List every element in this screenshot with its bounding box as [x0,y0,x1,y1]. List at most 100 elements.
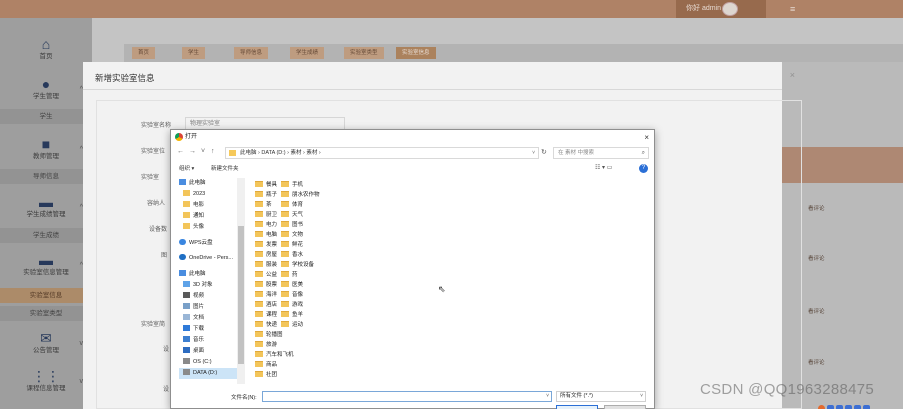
sidebar-sub-students[interactable]: 学生 [0,109,92,124]
view-options-icon[interactable]: ☷ ▾ ▭ [595,164,612,171]
view-comments-link[interactable]: 看评论 [808,358,825,366]
tray-icon[interactable] [854,405,861,409]
folder-item[interactable]: 公益 [255,270,277,280]
tree-item-selected[interactable]: DATA (D:) [179,368,245,379]
tree-item[interactable]: 头像 [179,222,245,233]
folder-item[interactable]: 手机 [281,180,303,190]
tree-item[interactable]: 2023 [179,189,245,200]
chevron-down-icon[interactable]: ˅ [201,148,205,155]
up-arrow-icon[interactable]: ↑ [211,148,215,155]
folder-item[interactable]: 体育 [281,200,303,210]
sidebar-item-labs[interactable]: ▬ 实验室信息管理 ^ [0,252,92,277]
sidebar-sub-lab-info[interactable]: 实验室信息 [0,288,92,303]
sidebar-item-notices[interactable]: ✉ 公告管理 v [0,330,92,355]
tree-item[interactable]: 音乐 [179,335,245,346]
folder-item[interactable]: 社团 [255,370,277,380]
folder-item[interactable]: 发票 [255,240,277,250]
avatar[interactable] [722,2,738,16]
filename-input[interactable]: ˅ [262,391,552,402]
view-comments-link[interactable]: 看评论 [808,254,825,262]
tree-item[interactable]: OS (C:) [179,357,245,368]
folder-item[interactable]: 鲜花 [281,240,303,250]
scrollbar-thumb[interactable] [238,226,244,364]
close-icon[interactable]: × [790,70,795,80]
folder-item[interactable]: 商品 [255,360,277,370]
folder-item[interactable]: 学校设备 [281,260,314,270]
tree-item[interactable]: WPS云盘 [179,238,245,249]
folder-item[interactable]: 轮播图 [255,330,283,340]
sidebar-sub-advisors[interactable]: 导师信息 [0,169,92,184]
close-icon[interactable]: × [644,131,649,145]
new-folder-button[interactable]: 新建文件夹 [211,164,239,172]
tree-item[interactable]: 图片 [179,302,245,313]
folder-item[interactable]: 房屋 [255,250,277,260]
sidebar-sub-grades[interactable]: 学生成绩 [0,228,92,243]
folder-item[interactable]: 快递 [255,320,277,330]
tray-icon[interactable] [863,405,870,409]
folder-item[interactable]: 音像 [281,290,303,300]
tree-item[interactable]: OneDrive - Pers... [179,253,245,264]
folder-item[interactable]: 海洋 [255,290,277,300]
tree-item[interactable]: 此电脑 [179,269,245,280]
folder-item[interactable]: 图书 [281,220,303,230]
folder-item[interactable]: 天气 [281,210,303,220]
tree-item[interactable]: 3D 对象 [179,280,245,291]
breadcrumb-item-current[interactable]: 实验室信息 [396,47,436,59]
folder-item[interactable]: 汽车和飞机 [255,350,294,360]
breadcrumb-item[interactable]: 实验室类型 [344,47,384,59]
organize-button[interactable]: 组织 ▾ [179,164,194,172]
filetype-select[interactable]: 所有文件 (*.*) ˅ [556,391,646,402]
address-bar[interactable]: 此电脑 › DATA (D:) › 素材 › 素材 › ˅ [225,147,539,159]
sidebar-sub-lab-type[interactable]: 实验室类型 [0,306,92,321]
folder-item[interactable]: 酒店 [255,300,277,310]
tree-item[interactable]: 此电脑 [179,178,245,189]
help-icon[interactable]: ? [639,164,648,173]
folder-item[interactable]: 旅游 [255,340,277,350]
view-comments-link[interactable]: 看评论 [808,307,825,315]
tray-icon[interactable] [845,405,852,409]
tree-item[interactable]: 桌面 [179,346,245,357]
folder-item[interactable]: 游戏 [281,300,303,310]
search-input[interactable]: 在 素材 中搜索 ⌕ [553,147,649,159]
folder-item[interactable]: 茶 [255,200,272,210]
tree-item[interactable]: 下载 [179,324,245,335]
folder-item[interactable]: 医美 [281,280,303,290]
sidebar-item-grades[interactable]: ▬ 学生成绩管理 ^ [0,194,92,219]
tray-icon[interactable] [818,405,825,409]
tray-icon[interactable] [827,405,834,409]
folder-item[interactable]: 药 [281,270,298,280]
folder-item[interactable]: 课程 [255,310,277,320]
sidebar-item-courses[interactable]: ⋮⋮ 课程信息管理 v [0,368,92,393]
cancel-button[interactable] [604,405,646,409]
folder-item[interactable]: 运动 [281,320,303,330]
folder-item[interactable]: 瓶子 [255,190,277,200]
tray-icon[interactable] [836,405,843,409]
breadcrumb-item[interactable]: 首页 [132,47,156,59]
navigation-scrollbar[interactable] [237,178,245,384]
folder-item[interactable]: 鱼羊 [281,310,303,320]
open-button[interactable] [556,405,598,409]
folder-item[interactable]: 股票 [255,280,277,290]
forward-arrow-icon[interactable]: → [189,148,196,155]
menu-icon[interactable]: ≡ [790,4,802,14]
refresh-icon[interactable]: ↻ [541,148,547,156]
folder-item[interactable]: 朋水农作物 [281,190,320,200]
view-comments-link[interactable]: 看评论 [808,204,825,212]
folder-item[interactable]: 电力 [255,220,277,230]
sidebar-item-teachers[interactable]: ■ 教师管理 ^ [0,136,92,161]
sidebar-item-students[interactable]: ● 学生管理 ^ [0,76,92,101]
breadcrumb-item[interactable]: 学生 [182,47,206,59]
folder-item[interactable]: 餐具 [255,180,277,190]
folder-item[interactable]: 电脑 [255,230,277,240]
folder-item[interactable]: 厨卫 [255,210,277,220]
tree-item[interactable]: 电影 [179,200,245,211]
tree-item[interactable]: 通知 [179,211,245,222]
user-menu[interactable]: 你好 admin [676,0,766,18]
tree-item[interactable]: 视频 [179,291,245,302]
sidebar-item-home[interactable]: ⌂ 首页 [0,36,92,61]
folder-item[interactable]: 服装 [255,260,277,270]
breadcrumb-item[interactable]: 学生成绩 [290,47,325,59]
breadcrumb-item[interactable]: 导师信息 [234,47,269,59]
tree-item[interactable]: 文档 [179,313,245,324]
back-arrow-icon[interactable]: ← [177,148,184,155]
